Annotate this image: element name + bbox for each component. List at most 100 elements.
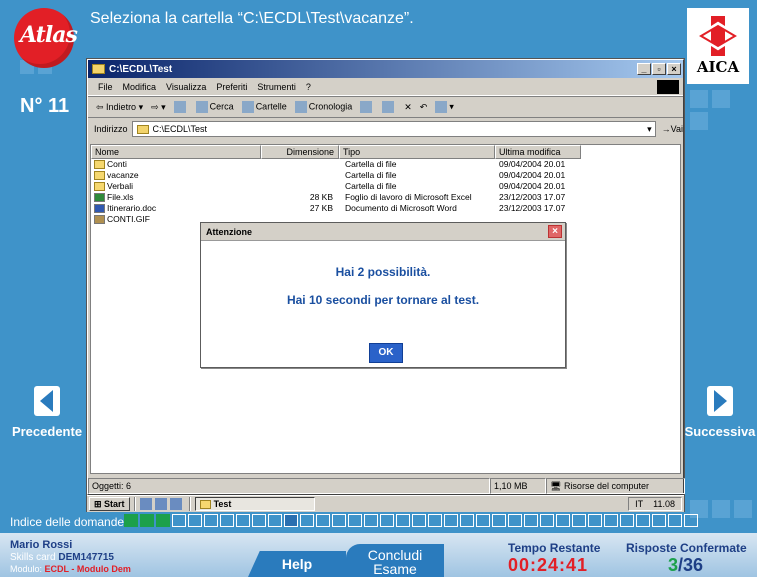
question-index-box[interactable] bbox=[268, 514, 282, 527]
question-index-box[interactable] bbox=[140, 514, 154, 527]
dialog-close-button[interactable]: × bbox=[548, 225, 562, 238]
file-size: 28 KB bbox=[309, 192, 333, 202]
next-button[interactable]: Successiva bbox=[683, 386, 757, 439]
maximize-button[interactable]: ▫ bbox=[652, 63, 666, 75]
help-button[interactable]: Help bbox=[248, 551, 346, 577]
file-size bbox=[261, 181, 339, 192]
question-index-box[interactable] bbox=[540, 514, 554, 527]
move-to-button[interactable] bbox=[360, 101, 374, 113]
views-button[interactable]: ▾ bbox=[435, 101, 454, 113]
question-index-box[interactable] bbox=[556, 514, 570, 527]
file-row[interactable]: File.xls 28 KB Foglio di lavoro di Microso… bbox=[91, 192, 680, 203]
file-row[interactable]: Itinerario.doc 27 KB Documento di Microsof… bbox=[91, 203, 680, 214]
question-index-box[interactable] bbox=[572, 514, 586, 527]
question-index-box[interactable] bbox=[252, 514, 266, 527]
question-index-box[interactable] bbox=[188, 514, 202, 527]
window-titlebar[interactable]: C:\ECDL\Test _ ▫ × bbox=[88, 60, 683, 78]
question-index-box[interactable] bbox=[380, 514, 394, 527]
file-row[interactable]: Verbali Cartella di file 09/04/2004 20.01 bbox=[91, 181, 680, 192]
question-index-box[interactable] bbox=[396, 514, 410, 527]
ok-button[interactable]: OK bbox=[369, 343, 403, 363]
question-index-box[interactable] bbox=[636, 514, 650, 527]
column-type[interactable]: Tipo bbox=[339, 145, 495, 159]
status-size: 1,10 MB bbox=[490, 478, 546, 494]
question-index-box[interactable] bbox=[364, 514, 378, 527]
question-index-box[interactable] bbox=[492, 514, 506, 527]
file-modified: 09/04/2004 20.01 bbox=[499, 159, 566, 169]
aica-mark-icon bbox=[699, 16, 737, 56]
column-size[interactable]: Dimensione bbox=[261, 145, 339, 159]
start-button[interactable]: ⊞ Start bbox=[89, 497, 130, 511]
question-number: N° 11 bbox=[20, 95, 70, 117]
delete-button[interactable]: ✕ bbox=[404, 102, 412, 113]
column-modified[interactable]: Ultima modifica bbox=[495, 145, 581, 159]
browser-icon[interactable] bbox=[139, 498, 152, 510]
close-window-button[interactable]: × bbox=[667, 63, 681, 75]
go-label: Vai bbox=[670, 124, 683, 134]
question-index-box[interactable] bbox=[236, 514, 250, 527]
end-exam-line1: Concludi bbox=[367, 547, 423, 563]
bg-square bbox=[734, 500, 752, 518]
menu-help[interactable]: ? bbox=[306, 82, 311, 92]
file-size: 27 KB bbox=[309, 203, 333, 213]
address-field[interactable]: C:\ECDL\Test ▾ bbox=[131, 121, 656, 137]
question-index-box[interactable] bbox=[332, 514, 346, 527]
clock: 11.08 bbox=[653, 499, 675, 509]
question-index-box[interactable] bbox=[588, 514, 602, 527]
menu-tools[interactable]: Strumenti bbox=[257, 82, 296, 92]
question-index-box[interactable] bbox=[652, 514, 666, 527]
file-name: CONTI.GIF bbox=[107, 214, 150, 224]
question-index-box[interactable] bbox=[220, 514, 234, 527]
outlook-icon[interactable] bbox=[154, 498, 167, 510]
question-index-box[interactable] bbox=[316, 514, 330, 527]
task-label: Test bbox=[213, 499, 232, 509]
arrow-right-icon bbox=[707, 386, 733, 416]
column-name[interactable]: Nome bbox=[91, 145, 261, 159]
question-index-box[interactable] bbox=[476, 514, 490, 527]
previous-button[interactable]: Precedente bbox=[10, 386, 84, 439]
menu-view[interactable]: Visualizza bbox=[166, 82, 206, 92]
minimize-button[interactable]: _ bbox=[637, 63, 651, 75]
question-index-box[interactable] bbox=[620, 514, 634, 527]
search-button[interactable]: Cerca bbox=[195, 101, 234, 113]
search-icon bbox=[195, 101, 208, 113]
skills-card-value: DEM147715 bbox=[58, 552, 114, 563]
question-index-box[interactable] bbox=[508, 514, 522, 527]
question-index-box[interactable] bbox=[204, 514, 218, 527]
menu-edit[interactable]: Modifica bbox=[123, 82, 157, 92]
bg-square bbox=[690, 90, 708, 108]
status-location-text: Risorse del computer bbox=[563, 481, 649, 491]
question-index-box[interactable] bbox=[428, 514, 442, 527]
question-index-box[interactable] bbox=[444, 514, 458, 527]
question-index-box[interactable] bbox=[524, 514, 538, 527]
question-index-box[interactable] bbox=[412, 514, 426, 527]
question-index-box[interactable] bbox=[300, 514, 314, 527]
question-index-box[interactable] bbox=[348, 514, 362, 527]
undo-button[interactable]: ↶ bbox=[420, 102, 428, 113]
copy-to-button[interactable] bbox=[382, 101, 396, 113]
question-index-box[interactable] bbox=[684, 514, 698, 527]
question-index-box[interactable] bbox=[284, 514, 298, 527]
back-button[interactable]: ⇦ Indietro ▾ bbox=[96, 102, 143, 113]
history-button[interactable]: Cronologia bbox=[294, 101, 352, 113]
question-index-box[interactable] bbox=[460, 514, 474, 527]
dropdown-icon[interactable]: ▾ bbox=[647, 124, 655, 135]
question-index-box[interactable] bbox=[156, 514, 170, 527]
question-index-box[interactable] bbox=[604, 514, 618, 527]
language-indicator[interactable]: IT bbox=[635, 499, 643, 509]
desktop-icon[interactable] bbox=[169, 498, 182, 510]
menu-favorites[interactable]: Preferiti bbox=[216, 82, 247, 92]
menu-file[interactable]: File bbox=[98, 82, 113, 92]
taskbar-item-test[interactable]: Test bbox=[194, 497, 315, 511]
file-row[interactable]: vacanze Cartella di file 09/04/2004 20.01 bbox=[91, 170, 680, 181]
forward-button[interactable]: ⇨ ▾ bbox=[151, 102, 166, 113]
question-index-box[interactable] bbox=[172, 514, 186, 527]
question-index-box[interactable] bbox=[668, 514, 682, 527]
question-index-box[interactable] bbox=[124, 514, 138, 527]
aica-logo-text: AICA bbox=[696, 58, 740, 76]
up-button[interactable] bbox=[173, 101, 188, 113]
folders-button[interactable]: Cartelle bbox=[241, 101, 287, 113]
end-exam-button[interactable]: Concludi Esame bbox=[346, 544, 444, 577]
file-row[interactable]: Conti Cartella di file 09/04/2004 20.01 bbox=[91, 159, 680, 170]
go-button[interactable]: →Vai bbox=[662, 124, 683, 134]
